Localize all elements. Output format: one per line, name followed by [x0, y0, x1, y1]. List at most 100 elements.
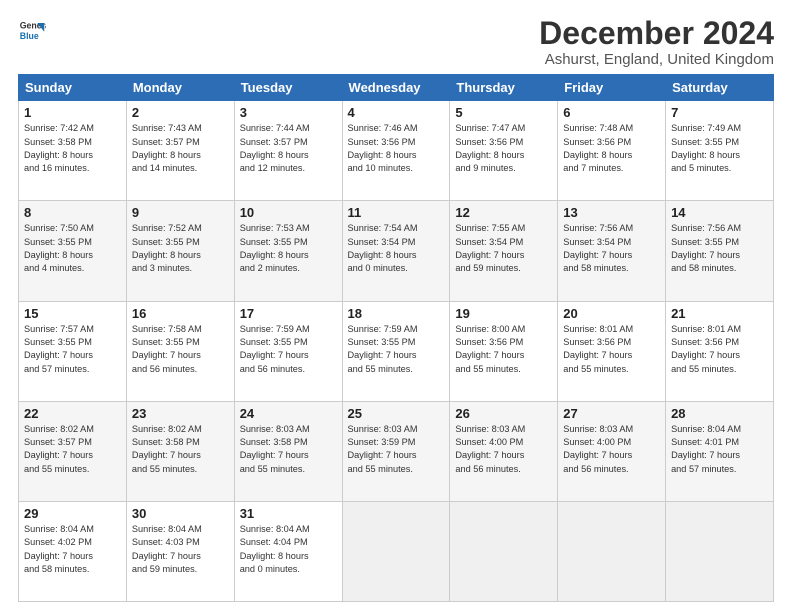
calendar-cell: 12 Sunrise: 7:55 AM Sunset: 3:54 PM Dayli… — [450, 201, 558, 301]
week-row-1: 1Sunrise: 7:42 AM Sunset: 3:58 PM Daylig… — [19, 101, 774, 201]
calendar-cell: 7 Sunrise: 7:49 AM Sunset: 3:55 PM Daylig… — [666, 101, 774, 201]
day-info: Sunrise: 7:59 AM Sunset: 3:55 PM Dayligh… — [240, 323, 337, 376]
header-day-wednesday: Wednesday — [342, 75, 450, 101]
day-info: Sunrise: 7:44 AM Sunset: 3:57 PM Dayligh… — [240, 122, 337, 175]
day-number: 20 — [563, 306, 660, 321]
calendar-cell — [450, 501, 558, 601]
day-number: 6 — [563, 105, 660, 120]
day-info: Sunrise: 8:03 AM Sunset: 4:00 PM Dayligh… — [455, 423, 552, 476]
calendar-cell: 29 Sunrise: 8:04 AM Sunset: 4:02 PM Dayli… — [19, 501, 127, 601]
day-number: 26 — [455, 406, 552, 421]
day-info: Sunrise: 7:43 AM Sunset: 3:57 PM Dayligh… — [132, 122, 229, 175]
day-info: Sunrise: 8:03 AM Sunset: 3:59 PM Dayligh… — [348, 423, 445, 476]
day-info: Sunrise: 7:59 AM Sunset: 3:55 PM Dayligh… — [348, 323, 445, 376]
day-info: Sunrise: 8:02 AM Sunset: 3:57 PM Dayligh… — [24, 423, 121, 476]
calendar-cell — [342, 501, 450, 601]
week-row-2: 8Sunrise: 7:50 AM Sunset: 3:55 PM Daylig… — [19, 201, 774, 301]
day-info: Sunrise: 8:04 AM Sunset: 4:02 PM Dayligh… — [24, 523, 121, 576]
calendar-cell: 11 Sunrise: 7:54 AM Sunset: 3:54 PM Dayli… — [342, 201, 450, 301]
calendar-title: December 2024 — [539, 16, 774, 51]
day-info: Sunrise: 8:02 AM Sunset: 3:58 PM Dayligh… — [132, 423, 229, 476]
calendar-header-row: SundayMondayTuesdayWednesdayThursdayFrid… — [19, 75, 774, 101]
day-info: Sunrise: 7:46 AM Sunset: 3:56 PM Dayligh… — [348, 122, 445, 175]
day-info: Sunrise: 7:50 AM Sunset: 3:55 PM Dayligh… — [24, 222, 121, 275]
day-info: Sunrise: 7:48 AM Sunset: 3:56 PM Dayligh… — [563, 122, 660, 175]
day-number: 27 — [563, 406, 660, 421]
day-info: Sunrise: 7:58 AM Sunset: 3:55 PM Dayligh… — [132, 323, 229, 376]
day-number: 28 — [671, 406, 768, 421]
header-day-sunday: Sunday — [19, 75, 127, 101]
day-info: Sunrise: 7:55 AM Sunset: 3:54 PM Dayligh… — [455, 222, 552, 275]
day-number: 2 — [132, 105, 229, 120]
calendar-cell: 5Sunrise: 7:47 AM Sunset: 3:56 PM Daylig… — [450, 101, 558, 201]
logo-icon: General Blue — [18, 16, 46, 44]
calendar-cell: 8Sunrise: 7:50 AM Sunset: 3:55 PM Daylig… — [19, 201, 127, 301]
calendar-cell: 28 Sunrise: 8:04 AM Sunset: 4:01 PM Dayli… — [666, 401, 774, 501]
day-info: Sunrise: 7:57 AM Sunset: 3:55 PM Dayligh… — [24, 323, 121, 376]
calendar-cell: 10Sunrise: 7:53 AM Sunset: 3:55 PM Dayli… — [234, 201, 342, 301]
day-number: 5 — [455, 105, 552, 120]
calendar-subtitle: Ashurst, England, United Kingdom — [539, 51, 774, 68]
calendar-cell — [666, 501, 774, 601]
day-info: Sunrise: 8:03 AM Sunset: 4:00 PM Dayligh… — [563, 423, 660, 476]
day-number: 17 — [240, 306, 337, 321]
day-info: Sunrise: 7:52 AM Sunset: 3:55 PM Dayligh… — [132, 222, 229, 275]
calendar-cell — [558, 501, 666, 601]
title-section: December 2024 Ashurst, England, United K… — [539, 16, 774, 68]
day-info: Sunrise: 7:54 AM Sunset: 3:54 PM Dayligh… — [348, 222, 445, 275]
logo: General Blue — [18, 16, 46, 44]
calendar-cell: 27 Sunrise: 8:03 AM Sunset: 4:00 PM Dayli… — [558, 401, 666, 501]
day-number: 16 — [132, 306, 229, 321]
day-info: Sunrise: 8:00 AM Sunset: 3:56 PM Dayligh… — [455, 323, 552, 376]
day-number: 4 — [348, 105, 445, 120]
day-info: Sunrise: 7:56 AM Sunset: 3:54 PM Dayligh… — [563, 222, 660, 275]
day-info: Sunrise: 7:49 AM Sunset: 3:55 PM Dayligh… — [671, 122, 768, 175]
header-day-friday: Friday — [558, 75, 666, 101]
calendar-cell: 4 Sunrise: 7:46 AM Sunset: 3:56 PM Daylig… — [342, 101, 450, 201]
calendar-cell: 23 Sunrise: 8:02 AM Sunset: 3:58 PM Dayli… — [126, 401, 234, 501]
day-number: 3 — [240, 105, 337, 120]
calendar-cell: 16 Sunrise: 7:58 AM Sunset: 3:55 PM Dayli… — [126, 301, 234, 401]
day-info: Sunrise: 8:03 AM Sunset: 3:58 PM Dayligh… — [240, 423, 337, 476]
header-day-monday: Monday — [126, 75, 234, 101]
calendar-page: General Blue December 2024 Ashurst, Engl… — [0, 0, 792, 612]
day-number: 12 — [455, 205, 552, 220]
day-info: Sunrise: 8:04 AM Sunset: 4:03 PM Dayligh… — [132, 523, 229, 576]
calendar-cell: 31Sunrise: 8:04 AM Sunset: 4:04 PM Dayli… — [234, 501, 342, 601]
day-number: 29 — [24, 506, 121, 521]
calendar-cell: 14 Sunrise: 7:56 AM Sunset: 3:55 PM Dayli… — [666, 201, 774, 301]
day-number: 10 — [240, 205, 337, 220]
day-number: 24 — [240, 406, 337, 421]
calendar-cell: 3 Sunrise: 7:44 AM Sunset: 3:57 PM Daylig… — [234, 101, 342, 201]
week-row-5: 29 Sunrise: 8:04 AM Sunset: 4:02 PM Dayli… — [19, 501, 774, 601]
day-number: 9 — [132, 205, 229, 220]
day-info: Sunrise: 8:04 AM Sunset: 4:04 PM Dayligh… — [240, 523, 337, 576]
calendar-cell: 6 Sunrise: 7:48 AM Sunset: 3:56 PM Daylig… — [558, 101, 666, 201]
day-number: 15 — [24, 306, 121, 321]
calendar-table: SundayMondayTuesdayWednesdayThursdayFrid… — [18, 74, 774, 602]
calendar-cell: 15 Sunrise: 7:57 AM Sunset: 3:55 PM Dayli… — [19, 301, 127, 401]
header-day-tuesday: Tuesday — [234, 75, 342, 101]
day-info: Sunrise: 7:42 AM Sunset: 3:58 PM Dayligh… — [24, 122, 121, 175]
calendar-cell: 9 Sunrise: 7:52 AM Sunset: 3:55 PM Daylig… — [126, 201, 234, 301]
calendar-cell: 18Sunrise: 7:59 AM Sunset: 3:55 PM Dayli… — [342, 301, 450, 401]
day-number: 23 — [132, 406, 229, 421]
day-number: 22 — [24, 406, 121, 421]
calendar-cell: 22 Sunrise: 8:02 AM Sunset: 3:57 PM Dayli… — [19, 401, 127, 501]
day-number: 19 — [455, 306, 552, 321]
calendar-cell: 25Sunrise: 8:03 AM Sunset: 3:59 PM Dayli… — [342, 401, 450, 501]
day-info: Sunrise: 7:56 AM Sunset: 3:55 PM Dayligh… — [671, 222, 768, 275]
day-info: Sunrise: 8:01 AM Sunset: 3:56 PM Dayligh… — [671, 323, 768, 376]
calendar-cell: 1Sunrise: 7:42 AM Sunset: 3:58 PM Daylig… — [19, 101, 127, 201]
day-number: 11 — [348, 205, 445, 220]
header-day-thursday: Thursday — [450, 75, 558, 101]
calendar-cell: 19 Sunrise: 8:00 AM Sunset: 3:56 PM Dayli… — [450, 301, 558, 401]
day-number: 14 — [671, 205, 768, 220]
day-info: Sunrise: 8:04 AM Sunset: 4:01 PM Dayligh… — [671, 423, 768, 476]
calendar-cell: 30 Sunrise: 8:04 AM Sunset: 4:03 PM Dayli… — [126, 501, 234, 601]
day-number: 13 — [563, 205, 660, 220]
day-number: 30 — [132, 506, 229, 521]
week-row-3: 15 Sunrise: 7:57 AM Sunset: 3:55 PM Dayli… — [19, 301, 774, 401]
day-number: 7 — [671, 105, 768, 120]
calendar-cell: 24 Sunrise: 8:03 AM Sunset: 3:58 PM Dayli… — [234, 401, 342, 501]
